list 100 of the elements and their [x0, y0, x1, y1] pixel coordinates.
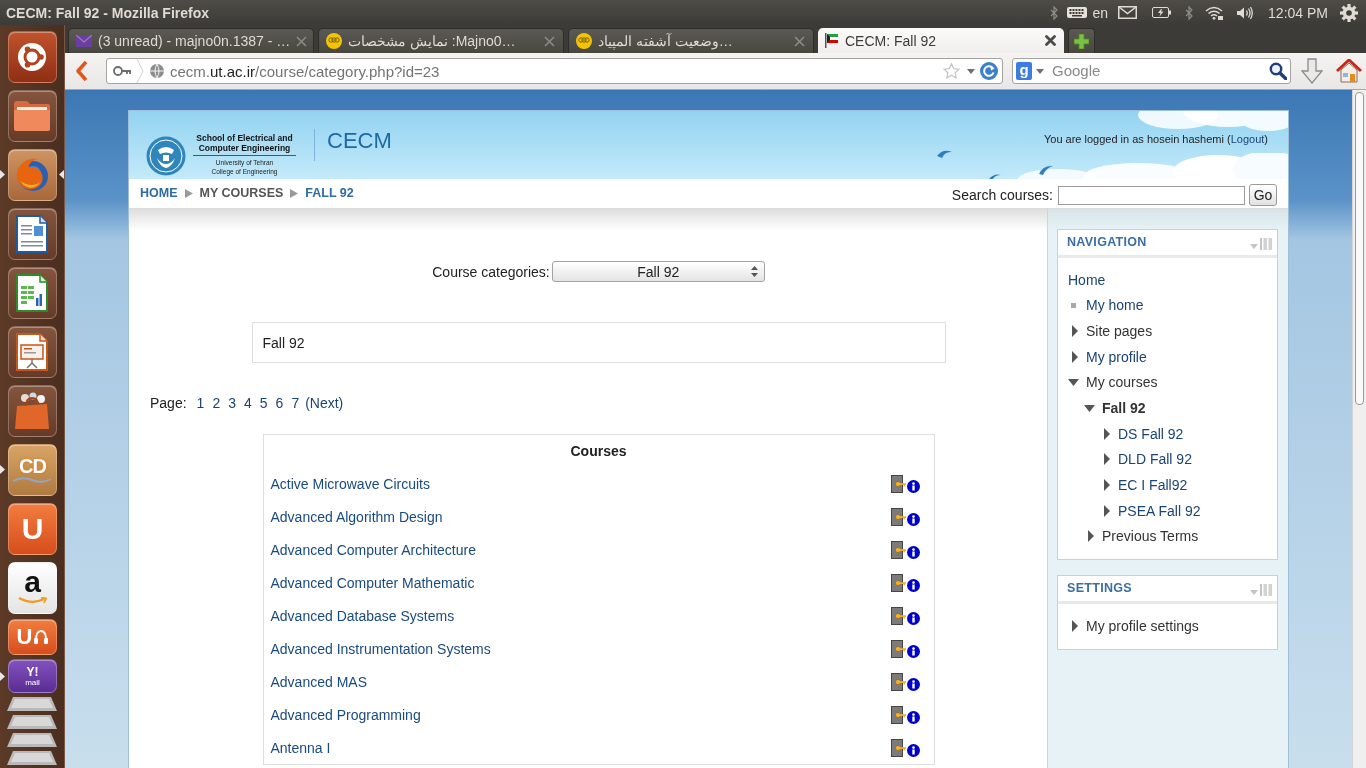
nav-link[interactable]: My home [1086, 298, 1144, 313]
key-door-icon[interactable] [890, 507, 906, 526]
page-link[interactable]: 4 [244, 396, 252, 410]
keyboard-icon[interactable] [1067, 7, 1088, 18]
nav-link[interactable]: EC I Fall92 [1118, 477, 1188, 492]
browser-tab[interactable]: CECM: Fall 92 [818, 28, 1064, 53]
bookmark-star-icon[interactable] [943, 63, 960, 79]
key-door-icon[interactable] [890, 639, 906, 658]
key-door-icon[interactable] [890, 540, 906, 559]
reload-icon[interactable] [980, 62, 998, 80]
info-icon[interactable] [906, 711, 920, 724]
bluetooth-icon[interactable] [1050, 5, 1059, 20]
page-link[interactable]: 6 [275, 396, 284, 410]
mail-icon[interactable] [1118, 6, 1138, 19]
key-door-icon[interactable] [890, 606, 906, 625]
course-link[interactable]: Active Microwave Circuits [270, 476, 430, 491]
launcher-button[interactable] [7, 207, 58, 260]
search-icon[interactable] [1269, 62, 1287, 80]
course-link[interactable]: Advanced Computer Mathematic [270, 575, 475, 590]
launcher-button[interactable] [7, 89, 58, 142]
key-door-icon[interactable] [890, 573, 906, 592]
right-triangle-icon[interactable] [1104, 427, 1110, 440]
launcher-button[interactable] [7, 148, 58, 201]
logout-link[interactable]: Logout [1230, 133, 1265, 145]
info-icon[interactable] [906, 678, 920, 691]
folded-launcher-icon[interactable] [7, 697, 58, 711]
dropdown-caret-icon[interactable] [967, 68, 975, 74]
info-icon[interactable] [906, 579, 920, 592]
launcher-button[interactable]: Y! mail [7, 659, 58, 693]
info-icon[interactable] [906, 744, 920, 757]
course-link[interactable]: Antenna I [270, 740, 331, 755]
right-triangle-icon[interactable] [1104, 478, 1110, 491]
key-door-icon[interactable] [890, 672, 906, 691]
info-icon[interactable] [906, 612, 920, 625]
volume-icon[interactable] [1236, 5, 1255, 20]
launcher-button[interactable]: a [7, 561, 58, 614]
down-triangle-icon[interactable] [1084, 404, 1095, 412]
right-triangle-icon[interactable] [1104, 453, 1110, 466]
nav-label[interactable]: Site pages [1086, 324, 1153, 339]
nav-link[interactable]: DS Fall 92 [1118, 426, 1184, 441]
launcher-button[interactable] [7, 325, 58, 378]
category-select[interactable]: Fall 92 [551, 261, 765, 282]
breadcrumb-link[interactable]: HOME [140, 187, 178, 200]
nav-link[interactable]: My profile [1086, 349, 1147, 364]
new-tab-button[interactable] [1068, 28, 1095, 53]
browser-tab[interactable]: (3 unread) - majno0n.1387 - … [68, 28, 314, 53]
close-icon[interactable] [1045, 35, 1056, 46]
go-button[interactable]: Go [1249, 184, 1277, 206]
course-link[interactable]: Advanced Programming [270, 707, 421, 722]
nav-label[interactable]: Previous Terms [1102, 529, 1199, 544]
page-link[interactable]: 5 [259, 396, 268, 410]
page-link[interactable]: 7 [291, 396, 300, 410]
wifi-icon[interactable] [1205, 5, 1224, 20]
course-search-field[interactable] [1058, 185, 1245, 205]
right-triangle-icon[interactable] [1072, 350, 1078, 363]
folded-launcher-icon[interactable] [7, 715, 58, 729]
folded-launcher-icon[interactable] [7, 733, 58, 747]
right-triangle-icon[interactable] [1072, 619, 1078, 632]
launcher-button[interactable] [7, 30, 58, 83]
bluetooth-icon[interactable] [1185, 5, 1194, 20]
key-door-icon[interactable] [890, 705, 906, 724]
site-name-link[interactable]: CECM [327, 130, 392, 152]
info-icon[interactable] [906, 480, 920, 493]
nav-link[interactable]: Home [1068, 272, 1106, 287]
right-triangle-icon[interactable] [1088, 530, 1094, 543]
down-triangle-icon[interactable] [1068, 378, 1079, 386]
dropdown-caret-icon[interactable] [1036, 68, 1044, 74]
nav-label[interactable]: My courses [1086, 375, 1158, 390]
course-link[interactable]: Advanced Database Systems [270, 608, 455, 623]
info-icon[interactable] [906, 645, 920, 658]
key-icon[interactable] [113, 59, 144, 83]
browser-tab[interactable]: نمایش مشخصات :Majno0… [318, 28, 564, 53]
right-triangle-icon[interactable] [1072, 325, 1078, 338]
right-triangle-icon[interactable] [1104, 504, 1110, 517]
course-link[interactable]: Advanced Algorithm Design [270, 509, 443, 524]
address-field[interactable]: cecm.ut.ac.ir/course/category.php?id=23 [106, 58, 1003, 84]
scrollbar-thumb[interactable] [1355, 92, 1364, 405]
nav-link[interactable]: DLD Fall 92 [1118, 452, 1192, 467]
breadcrumb-link[interactable]: FALL 92 [305, 187, 354, 200]
download-arrow-icon[interactable] [1301, 58, 1323, 84]
page-link[interactable]: 1 [196, 396, 205, 410]
course-link[interactable]: Advanced Computer Architecture [270, 542, 476, 557]
nav-link[interactable]: PSEA Fall 92 [1118, 503, 1201, 518]
home-icon[interactable] [1336, 59, 1362, 83]
keyboard-layout-indicator[interactable]: en [1092, 5, 1109, 20]
course-link[interactable]: Advanced MAS [270, 674, 367, 689]
next-page-link[interactable]: (Next) [305, 396, 344, 410]
launcher-button[interactable] [7, 384, 58, 437]
key-door-icon[interactable] [890, 738, 906, 757]
page-link[interactable]: 2 [212, 396, 221, 410]
launcher-button[interactable] [7, 266, 58, 319]
battery-icon[interactable] [1152, 7, 1172, 18]
search-engine-button[interactable]: g [1016, 62, 1032, 80]
nav-label[interactable]: My profile settings [1086, 618, 1199, 633]
browser-tab[interactable]: وضعیت آشفته المپیاد… [568, 28, 814, 53]
back-icon[interactable] [75, 60, 89, 82]
course-link[interactable]: Advanced Instrumentation Systems [270, 641, 491, 656]
page-link[interactable]: 3 [228, 396, 236, 410]
info-icon[interactable] [906, 513, 920, 526]
info-icon[interactable] [906, 546, 920, 559]
